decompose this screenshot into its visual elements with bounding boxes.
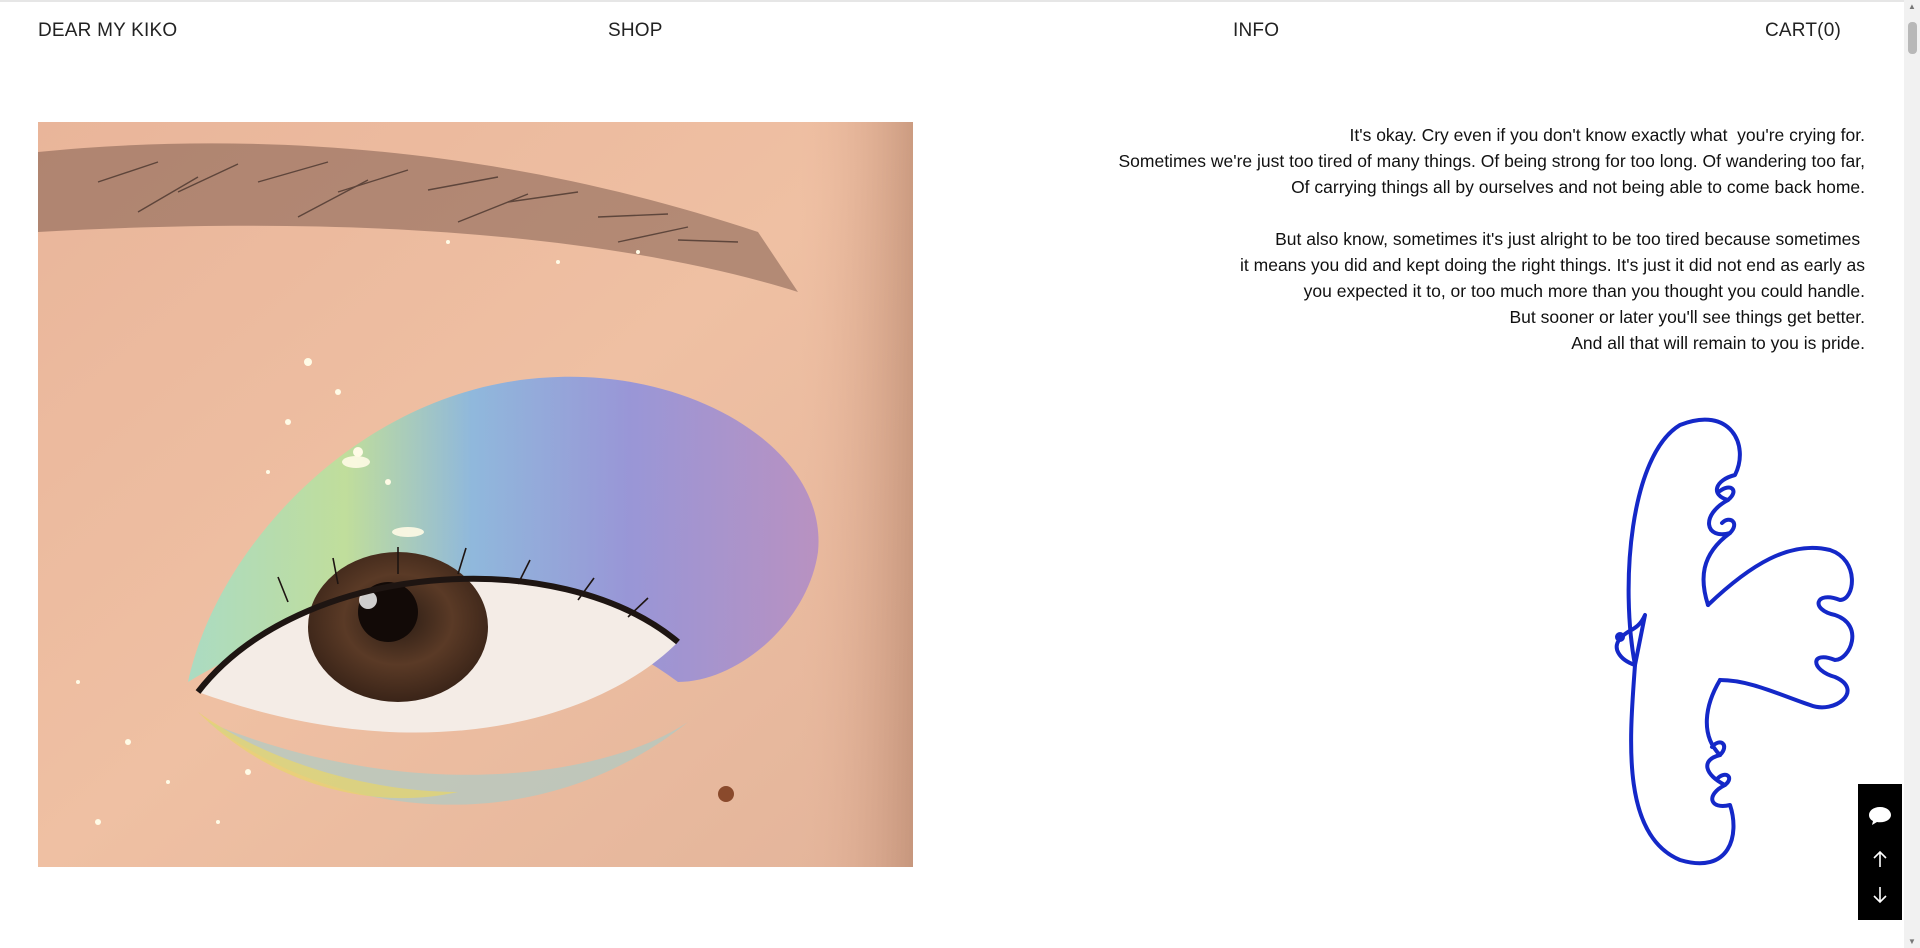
- chat-icon: [1869, 807, 1891, 825]
- poem-line: you expected it to, or too much more tha…: [1303, 281, 1865, 301]
- nav-info-link[interactable]: INFO: [1233, 20, 1279, 42]
- poem-line: And all that will remain to you is pride…: [1571, 333, 1865, 353]
- chat-button[interactable]: [1858, 796, 1902, 836]
- poem-line: But also know, sometimes it's just alrig…: [1275, 229, 1865, 249]
- poem-line: it means you did and kept doing the righ…: [1240, 255, 1865, 275]
- page-scrollbar[interactable]: ▲ ▼: [1904, 0, 1920, 948]
- scrollbar-thumb[interactable]: [1908, 22, 1917, 54]
- poem-stanza-break: [965, 200, 1865, 226]
- hero-eye-photo: [38, 122, 913, 867]
- arrow-up-icon: [1873, 850, 1887, 867]
- poem-line: But sooner or later you'll see things ge…: [1509, 307, 1866, 327]
- dove-illustration: [1580, 415, 1860, 867]
- nav-cart-link[interactable]: CART(0): [1765, 20, 1841, 42]
- scroll-bottom-button[interactable]: [1858, 878, 1902, 912]
- poem-line: It's okay. Cry even if you don't know ex…: [1349, 125, 1865, 145]
- scroll-down-arrow-icon[interactable]: ▼: [1904, 937, 1920, 946]
- arrow-down-icon: [1873, 887, 1887, 904]
- poem-line: Of carrying things all by ourselves and …: [1291, 177, 1865, 197]
- scroll-up-arrow-icon[interactable]: ▲: [1904, 2, 1920, 11]
- poem-text: It's okay. Cry even if you don't know ex…: [965, 122, 1865, 356]
- nav-shop-link[interactable]: SHOP: [608, 20, 663, 42]
- site-logo[interactable]: DEAR MY KIKO: [38, 20, 177, 42]
- floating-toolbar: [1858, 784, 1902, 920]
- poem-line: Sometimes we're just too tired of many t…: [1118, 151, 1865, 171]
- scroll-top-button[interactable]: [1858, 842, 1902, 876]
- top-border: [0, 0, 1904, 2]
